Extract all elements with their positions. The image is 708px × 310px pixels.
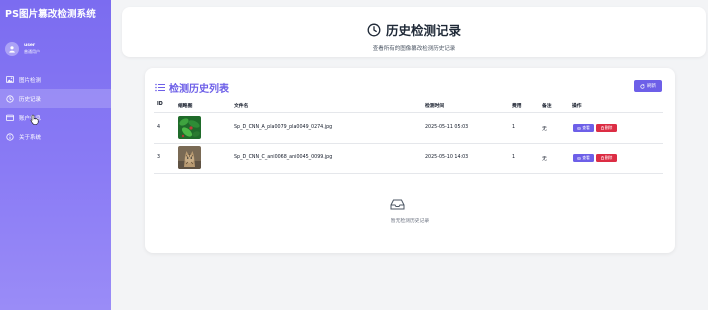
trash-icon [600,126,604,130]
column-header-thumbnail: 缩略图 [178,104,193,109]
column-header-time: 检测时间 [425,104,445,109]
user-role: 普通用户 [24,49,40,54]
sidebar: PS图片篡改检测系统 user 普通用户 图片检测 历史记录 账户信息 关于系统 [0,0,111,310]
row-filename: Sp_D_CNN_C_ani0068_ani0045_0099.jpg [234,155,333,160]
sidebar-item-image-detection[interactable]: 图片检测 [0,70,111,89]
row-id: 4 [157,125,161,130]
empty-state-text: 暂无检测历史记录 [390,219,430,224]
image-icon [6,76,14,84]
list-icon [155,83,165,92]
user-profile: user 普通用户 [5,42,40,56]
row-time: 2025-05-10 14:03 [425,155,469,160]
app-title: PS图片篡改检测系统 [5,9,96,20]
delete-button[interactable]: 删除 [596,154,617,162]
row-cost: 1 [512,155,516,160]
info-icon [6,132,14,141]
row-note: 无 [542,157,547,162]
row-note: 无 [542,127,547,132]
page-subtitle: 查看所有的图像篡改检测历史记录 [372,46,456,52]
view-button[interactable]: 查看 [573,154,594,162]
delete-label: 删除 [604,155,613,160]
eye-icon [577,126,582,130]
table-divider [154,112,663,113]
row-id: 3 [157,155,161,160]
sidebar-item-label: 关于系统 [19,134,42,141]
trash-icon [600,156,604,160]
sidebar-item-account[interactable]: 账户信息 [0,108,111,127]
view-label: 查看 [582,155,590,160]
clock-icon [367,23,381,36]
list-title-text: 检测历史列表 [169,84,229,95]
column-header-cost: 费用 [512,104,522,109]
cat-thumbnail[interactable] [178,146,201,169]
refresh-label: 刷新 [647,84,656,89]
user-avatar-icon [5,42,19,56]
list-title: 检测历史列表 [155,80,229,95]
view-label: 查看 [582,125,590,130]
delete-label: 删除 [604,125,613,130]
table-divider [154,143,663,144]
sidebar-item-label: 历史记录 [19,96,42,103]
page-header: 历史检测记录 查看所有的图像篡改检测历史记录 [122,7,706,57]
sidebar-item-about[interactable]: 关于系统 [0,127,111,146]
history-list-card: 检测历史列表 刷新 ID 缩略图 文件名 检测时间 费用 备注 操作 4 Sp_… [145,68,675,253]
sidebar-item-history[interactable]: 历史记录 [0,89,111,108]
sidebar-nav: 图片检测 历史记录 账户信息 关于系统 [0,70,111,146]
refresh-button[interactable]: 刷新 [634,80,662,92]
sidebar-item-label: 图片检测 [19,77,42,84]
row-filename: Sp_D_CNN_A_pla0079_pla0049_0274.jpg [234,125,333,130]
column-header-id: ID [157,102,163,107]
history-icon [6,94,14,103]
page-title-text: 历史检测记录 [385,23,461,38]
green-leaves-thumbnail[interactable] [178,116,201,139]
delete-button[interactable]: 删除 [596,124,617,132]
empty-tray-icon [390,199,405,210]
row-cost: 1 [512,125,516,130]
wallet-icon [6,114,14,122]
table-divider [154,173,663,174]
refresh-icon [640,83,645,89]
column-header-note: 备注 [542,104,552,109]
page-title: 历史检测记录 [122,20,706,39]
column-header-actions: 操作 [572,104,582,109]
eye-icon [577,156,582,160]
view-button[interactable]: 查看 [573,124,594,132]
row-time: 2025-05-11 05:03 [425,125,469,130]
hand-cursor-icon [30,114,39,125]
column-header-filename: 文件名 [234,104,249,109]
